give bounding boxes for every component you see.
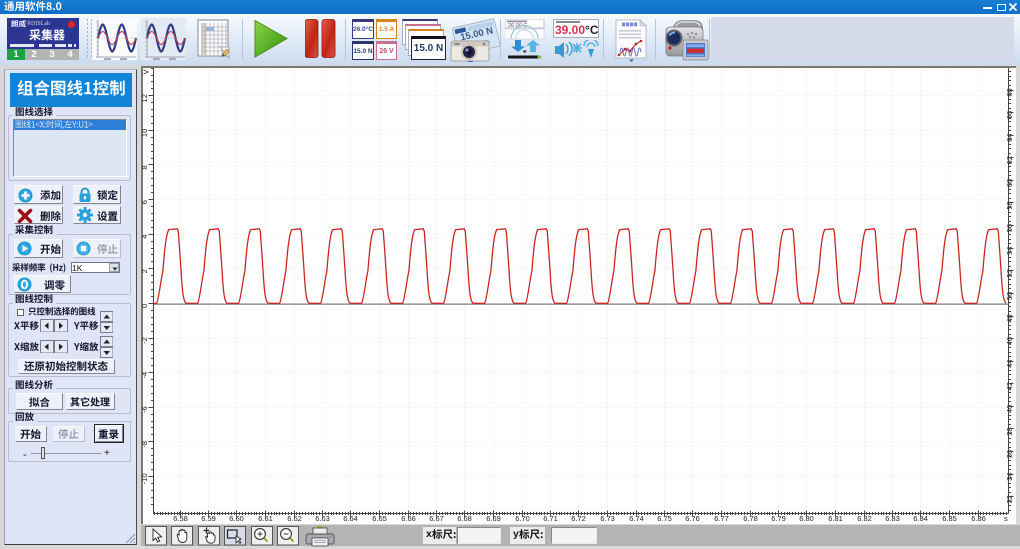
svg-text:40: 40 — [1005, 405, 1014, 413]
svg-text:4: 4 — [140, 235, 149, 239]
svg-text:6: 6 — [140, 200, 149, 204]
svg-text:s: s — [1004, 514, 1008, 523]
svg-text:-2: -2 — [140, 337, 149, 344]
svg-text:-6: -6 — [140, 406, 149, 413]
svg-text:68: 68 — [1005, 88, 1014, 96]
svg-text:48: 48 — [1005, 314, 1014, 322]
svg-text:44: 44 — [1005, 360, 1014, 368]
svg-text:-4: -4 — [140, 372, 149, 379]
svg-text:60: 60 — [1005, 179, 1014, 187]
svg-text:-8: -8 — [140, 441, 149, 448]
svg-text:V: V — [142, 69, 151, 74]
svg-text:64: 64 — [1005, 134, 1014, 142]
svg-text:50: 50 — [1005, 292, 1014, 300]
svg-text:54: 54 — [1005, 247, 1014, 255]
svg-text:2: 2 — [140, 269, 149, 273]
svg-text:10: 10 — [140, 129, 149, 137]
svg-text:34: 34 — [1005, 473, 1014, 481]
svg-text:12: 12 — [140, 94, 149, 102]
svg-text:0: 0 — [140, 304, 149, 308]
svg-text:-10: -10 — [140, 473, 149, 484]
svg-text:8: 8 — [140, 165, 149, 169]
